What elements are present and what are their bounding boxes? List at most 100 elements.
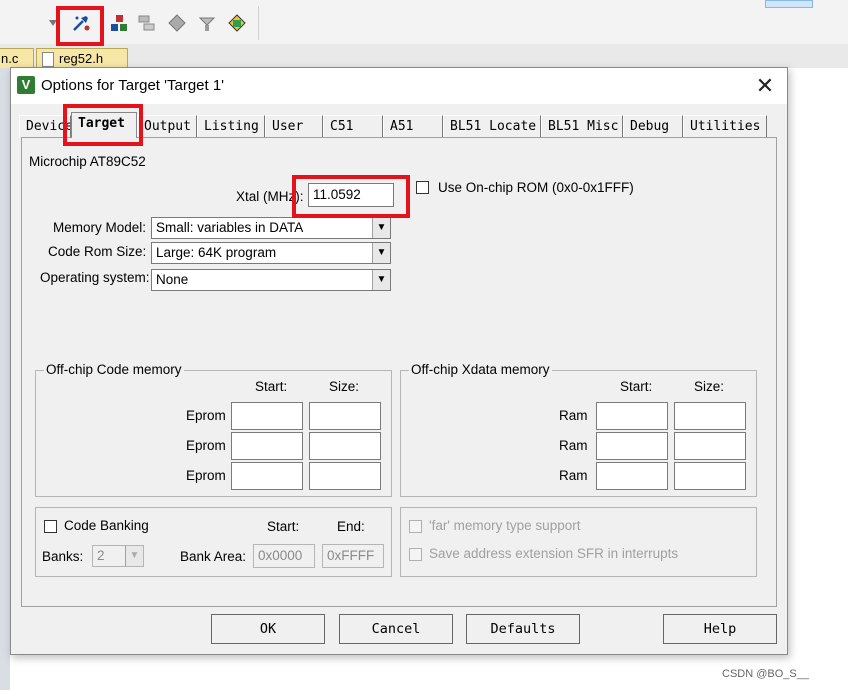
- chevron-down-icon[interactable]: ▼: [372, 243, 390, 263]
- code-rom-select[interactable]: Large: 64K program ▼: [151, 242, 391, 264]
- offchip-code-title: Off-chip Code memory: [44, 362, 184, 377]
- ram-start-input[interactable]: [596, 462, 668, 490]
- bank-area-start-input[interactable]: 0x0000: [253, 544, 315, 568]
- select-packs-icon[interactable]: [166, 12, 188, 34]
- keil-app-icon: V: [17, 76, 35, 94]
- offchip-xdata-group: Off-chip Xdata memory Start: Size: Ram R…: [400, 362, 757, 497]
- tab-a51[interactable]: A51: [383, 115, 443, 137]
- manage-project-icon[interactable]: [108, 12, 130, 34]
- file-tab-reg52-h[interactable]: reg52.h: [36, 48, 128, 68]
- onchip-rom-label: Use On-chip ROM (0x0-0x1FFF): [438, 180, 634, 195]
- ram-label: Ram: [559, 408, 588, 423]
- onchip-rom-checkbox[interactable]: [416, 181, 429, 194]
- eprom-size-input[interactable]: [309, 432, 381, 460]
- ide-toolbar: [0, 0, 848, 45]
- tab-label: User: [272, 119, 304, 134]
- watermark: CSDN @BO_S__: [722, 668, 809, 680]
- os-label: Operating system:: [40, 270, 150, 285]
- bank-end-header: End:: [337, 519, 365, 534]
- size-header: Size:: [329, 379, 360, 394]
- dialog-titlebar[interactable]: V Options for Target 'Target 1' ✕: [11, 68, 787, 104]
- tab-target[interactable]: Target: [71, 112, 137, 138]
- ram-start-input[interactable]: [596, 402, 668, 430]
- pack-installer-icon[interactable]: [196, 12, 218, 34]
- tab-label: A51: [390, 119, 414, 134]
- ram-size-input[interactable]: [674, 462, 746, 490]
- code-rom-label: Code Rom Size:: [48, 244, 147, 259]
- tab-device[interactable]: Device: [19, 115, 71, 137]
- chevron-down-icon[interactable]: ▼: [372, 218, 390, 238]
- eprom-start-input[interactable]: [231, 402, 303, 430]
- save-sfr-checkbox[interactable]: [409, 548, 422, 561]
- code-banking-group: Code Banking Start: End: Banks: 2 ▼ Bank…: [35, 507, 392, 577]
- os-select[interactable]: None ▼: [151, 269, 391, 291]
- ok-button[interactable]: OK: [211, 614, 325, 644]
- tab-label: Listing: [204, 119, 259, 134]
- tab-debug[interactable]: Debug: [623, 115, 683, 137]
- close-icon[interactable]: ✕: [745, 70, 785, 102]
- ram-start-input[interactable]: [596, 432, 668, 460]
- file-tab-bar: n.c reg52.h: [0, 44, 848, 68]
- far-memory-group: 'far' memory type support Save address e…: [400, 507, 757, 577]
- tab-bl51-misc[interactable]: BL51 Misc: [541, 115, 623, 137]
- offchip-code-group: Off-chip Code memory Start: Size: Eprom …: [35, 362, 392, 497]
- banks-label: Banks:: [42, 549, 84, 564]
- tab-output[interactable]: Output: [137, 115, 197, 137]
- eprom-label: Eprom: [186, 438, 226, 453]
- target-tab-panel: Microchip AT89C52 Xtal (MHz): 11.0592 Us…: [21, 137, 777, 607]
- manage-components-icon[interactable]: [226, 12, 248, 34]
- toolbar-divider: [258, 6, 259, 40]
- tab-label: BL51 Locate: [450, 119, 537, 134]
- tab-label: Device: [26, 119, 71, 134]
- tab-user[interactable]: User: [265, 115, 323, 137]
- xtal-label: Xtal (MHz):: [236, 189, 304, 204]
- eprom-start-input[interactable]: [231, 432, 303, 460]
- chevron-down-icon[interactable]: ▼: [125, 546, 143, 566]
- memory-model-value: Small: variables in DATA: [156, 220, 304, 235]
- file-tab-label: reg52.h: [59, 51, 104, 66]
- tab-label: BL51 Misc: [548, 119, 619, 134]
- file-tab-main-c[interactable]: n.c: [0, 48, 34, 68]
- tab-label: Debug: [630, 119, 670, 134]
- memory-model-select[interactable]: Small: variables in DATA ▼: [151, 217, 391, 239]
- help-button[interactable]: Help: [663, 614, 777, 644]
- tab-c51[interactable]: C51: [323, 115, 383, 137]
- banks-value: 2: [97, 548, 105, 563]
- tab-label: Output: [144, 119, 191, 134]
- tab-bl51-locate[interactable]: BL51 Locate: [443, 115, 541, 137]
- code-banking-label: Code Banking: [64, 518, 149, 533]
- dropdown-arrow-icon[interactable]: [44, 12, 62, 34]
- tab-label: Target: [78, 116, 125, 131]
- code-rom-value: Large: 64K program: [156, 245, 277, 260]
- banks-select[interactable]: 2 ▼: [92, 545, 144, 567]
- ram-size-input[interactable]: [674, 432, 746, 460]
- toolbar-selected-button[interactable]: [765, 0, 813, 8]
- chevron-down-icon[interactable]: ▼: [372, 270, 390, 290]
- file-icon: [42, 52, 54, 67]
- project-panel-strip: [0, 68, 10, 690]
- memory-model-label: Memory Model:: [53, 220, 147, 235]
- bank-area-label: Bank Area:: [180, 549, 247, 564]
- tab-label: Utilities: [690, 119, 761, 134]
- ram-size-input[interactable]: [674, 402, 746, 430]
- cancel-button[interactable]: Cancel: [339, 614, 453, 644]
- eprom-label: Eprom: [186, 408, 226, 423]
- eprom-size-input[interactable]: [309, 462, 381, 490]
- defaults-button[interactable]: Defaults: [466, 614, 580, 644]
- tab-utilities[interactable]: Utilities: [683, 115, 767, 137]
- save-sfr-label: Save address extension SFR in interrupts: [429, 546, 679, 561]
- tab-listing[interactable]: Listing: [197, 115, 265, 137]
- xtal-input[interactable]: 11.0592: [308, 183, 394, 207]
- device-name: Microchip AT89C52: [29, 154, 146, 169]
- start-header: Start:: [620, 379, 653, 394]
- start-header: Start:: [255, 379, 288, 394]
- eprom-size-input[interactable]: [309, 402, 381, 430]
- code-banking-checkbox[interactable]: [44, 520, 57, 533]
- options-for-target-icon[interactable]: [70, 12, 92, 34]
- multi-project-icon[interactable]: [136, 12, 158, 34]
- far-memory-label: 'far' memory type support: [429, 518, 581, 533]
- bank-area-end-input[interactable]: 0xFFFF: [322, 544, 384, 568]
- far-memory-checkbox[interactable]: [409, 520, 422, 533]
- eprom-start-input[interactable]: [231, 462, 303, 490]
- os-value: None: [156, 272, 189, 287]
